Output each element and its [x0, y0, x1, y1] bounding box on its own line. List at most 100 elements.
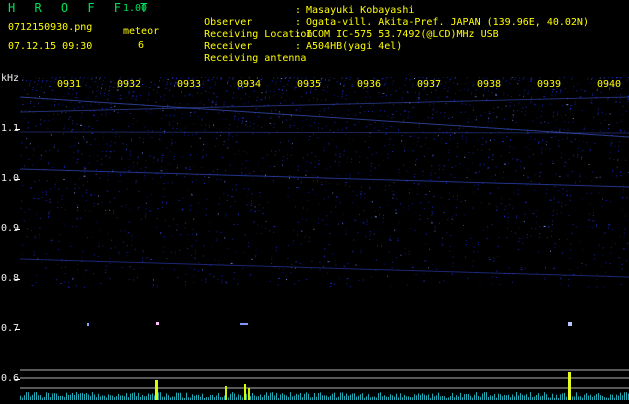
meteor-peak: [244, 384, 246, 400]
noise-dot: [295, 206, 296, 207]
noise-dot: [178, 200, 180, 201]
noise-dot: [366, 126, 367, 127]
noise-dot: [417, 141, 418, 142]
noise-dot: [339, 162, 340, 163]
noise-dot: [484, 90, 485, 91]
noise-dot: [275, 84, 276, 85]
noise-dot: [516, 217, 517, 218]
noise-dot: [442, 238, 443, 239]
amplitude-bar: [586, 393, 587, 400]
noise-dot: [114, 198, 115, 199]
noise-dot: [428, 117, 429, 118]
noise-dot: [515, 180, 516, 181]
noise-dot: [144, 175, 145, 176]
noise-dot: [346, 127, 347, 128]
noise-dot: [245, 124, 246, 125]
noise-dot: [194, 269, 195, 270]
noise-dot: [530, 139, 531, 140]
noise-dot: [164, 237, 165, 238]
noise-dot: [412, 84, 413, 85]
noise-dot: [448, 87, 449, 88]
noise-dot: [75, 138, 76, 139]
noise-dot: [388, 205, 389, 206]
noise-dot: [561, 153, 562, 154]
amplitude-bar: [492, 396, 493, 400]
noise-dot: [216, 104, 217, 105]
noise-dot: [163, 252, 164, 253]
amplitude-bar: [26, 392, 27, 400]
noise-dot: [308, 139, 309, 140]
noise-dot: [252, 193, 253, 194]
noise-dot: [46, 253, 47, 254]
noise-dot: [476, 116, 477, 117]
noise-dot: [525, 114, 526, 115]
noise-dot: [515, 77, 516, 78]
noise-dot: [498, 188, 499, 189]
noise-dot: [519, 77, 520, 78]
noise-dot: [590, 83, 591, 84]
noise-dot: [64, 225, 65, 226]
noise-dot: [491, 224, 492, 225]
y-tick: [15, 329, 20, 330]
noise-dot: [260, 192, 261, 193]
amplitude-bar: [334, 393, 335, 400]
noise-dot: [517, 83, 518, 84]
noise-dot: [177, 164, 178, 165]
noise-dot: [87, 181, 88, 182]
noise-dot: [536, 216, 537, 217]
noise-dot: [195, 258, 196, 259]
noise-dot: [542, 147, 543, 148]
noise-dot: [215, 82, 216, 83]
noise-dot: [33, 150, 34, 151]
noise-dot: [175, 103, 176, 104]
noise-dot: [490, 193, 492, 194]
noise-dot: [470, 105, 471, 106]
noise-dot: [237, 97, 238, 98]
noise-dot: [489, 203, 490, 204]
noise-dot: [319, 262, 320, 263]
amplitude-bar: [516, 392, 517, 400]
noise-dot: [431, 215, 432, 216]
noise-dot: [94, 194, 95, 195]
noise-dot: [575, 104, 576, 105]
noise-dot: [494, 139, 495, 140]
noise-dot: [464, 215, 465, 216]
noise-dot: [174, 116, 175, 117]
noise-dot: [276, 247, 277, 248]
noise-dot: [499, 131, 500, 132]
noise-dot: [352, 252, 353, 253]
noise-dot: [44, 92, 45, 93]
noise-dot: [89, 163, 90, 164]
noise-dot: [282, 93, 284, 94]
noise-dot: [117, 217, 118, 218]
noise-dot: [399, 159, 400, 160]
noise-dot: [389, 251, 390, 252]
noise-dot: [255, 206, 256, 207]
noise-dot: [532, 120, 533, 121]
noise-dot: [593, 117, 594, 118]
noise-dot: [149, 211, 151, 212]
noise-dot: [196, 234, 197, 235]
noise-dot: [86, 200, 87, 201]
noise-dot: [101, 88, 102, 89]
noise-dot: [191, 194, 193, 195]
noise-dot: [454, 100, 455, 101]
noise-dot: [91, 79, 92, 80]
noise-dot: [164, 100, 165, 101]
noise-dot: [500, 284, 501, 285]
noise-dot: [245, 235, 246, 236]
noise-dot: [50, 81, 51, 82]
noise-dot: [306, 171, 307, 172]
noise-dot: [542, 104, 543, 105]
amplitude-bar: [108, 394, 109, 400]
noise-dot: [622, 114, 623, 115]
noise-dot: [109, 278, 111, 279]
amplitude-graphic: [20, 366, 629, 400]
noise-dot: [434, 231, 435, 232]
noise-dot: [391, 77, 392, 78]
amplitude-bar: [590, 395, 591, 400]
amplitude-bar: [102, 396, 103, 401]
noise-dot: [345, 78, 347, 79]
noise-dot: [558, 146, 560, 147]
noise-dot: [267, 202, 268, 203]
